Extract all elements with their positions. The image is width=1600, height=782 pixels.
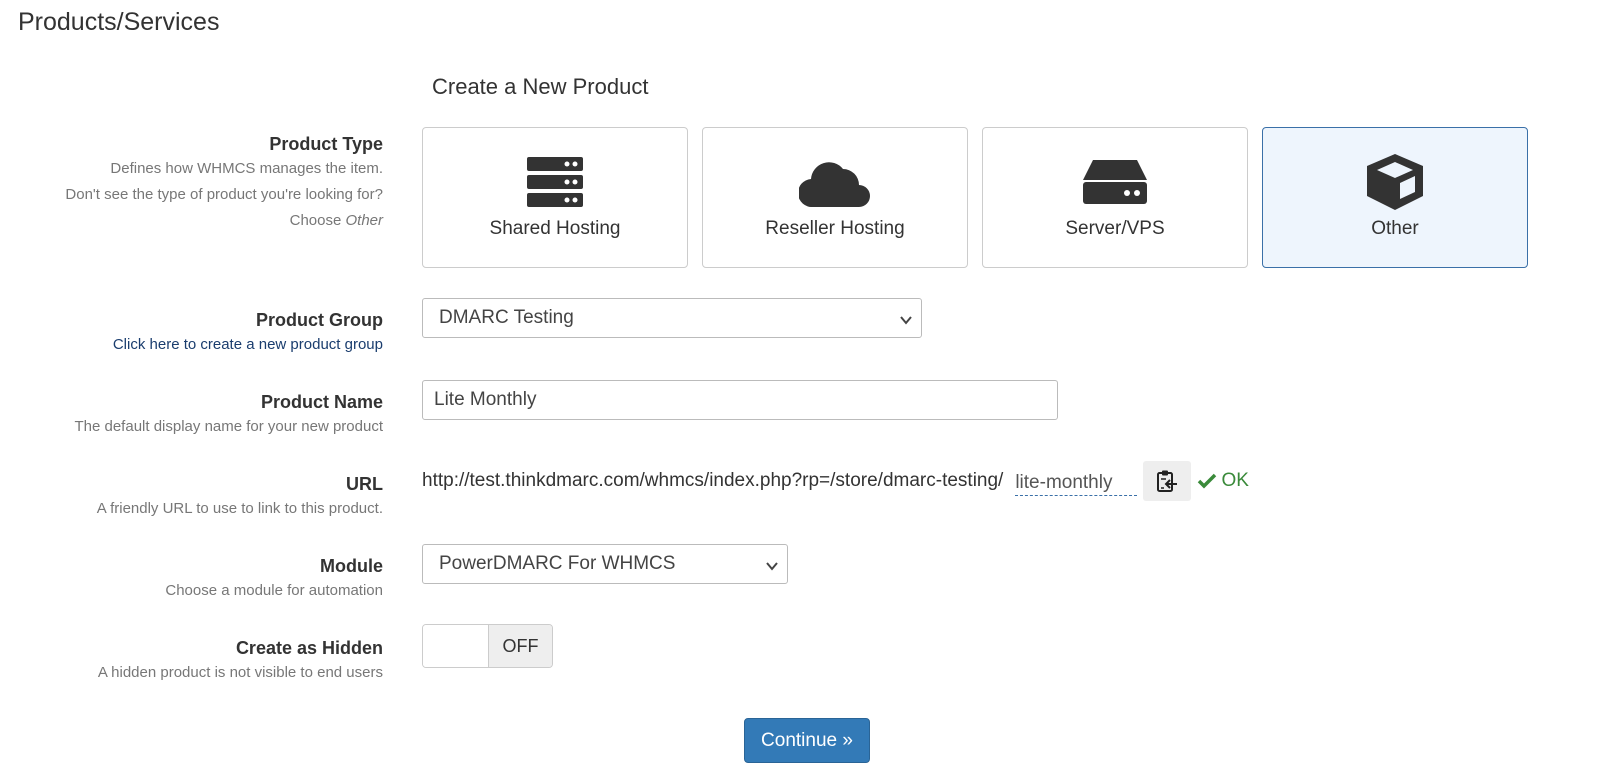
product-name-input[interactable]: Lite Monthly: [422, 380, 1058, 420]
cloud-icon: [799, 156, 871, 208]
url-status-text: OK: [1221, 470, 1249, 491]
product-type-desc-3: Choose Other: [3, 208, 383, 234]
card-label: Other: [1371, 218, 1419, 239]
create-hidden-toggle[interactable]: OFF: [422, 624, 553, 668]
hidden-label-block: Create as Hidden A hidden product is not…: [3, 636, 383, 686]
other-emphasis: Other: [345, 212, 383, 229]
chevron-down-icon: [765, 557, 779, 579]
product-type-desc-1: Defines how WHMCS manages the item.: [110, 160, 383, 177]
card-label: Server/VPS: [1065, 218, 1165, 239]
module-select[interactable]: PowerDMARC For WHMCS: [422, 544, 788, 584]
product-type-other[interactable]: Other: [1262, 127, 1528, 268]
url-status: OK: [1197, 470, 1249, 492]
hidden-desc: A hidden product is not visible to end u…: [97, 664, 383, 681]
product-group-label-block: Product Group Click here to create a new…: [3, 308, 383, 358]
card-label: Shared Hosting: [489, 218, 621, 239]
check-icon: [1198, 473, 1217, 489]
choose-text: Choose: [289, 212, 342, 229]
product-type-shared-hosting[interactable]: Shared Hosting: [422, 127, 688, 268]
toggle-knob: [423, 625, 489, 667]
url-label: URL: [346, 474, 383, 494]
module-label-block: Module Choose a module for automation: [3, 554, 383, 604]
url-slug-editable[interactable]: lite-monthly: [1015, 471, 1138, 496]
url-desc: A friendly URL to use to link to this pr…: [96, 500, 383, 517]
page-title: Products/Services: [18, 8, 220, 36]
product-name-label: Product Name: [260, 392, 383, 412]
product-type-desc-2: Don't see the type of product you're loo…: [65, 186, 383, 203]
product-type-reseller-hosting[interactable]: Reseller Hosting: [702, 127, 968, 268]
copy-url-button[interactable]: [1143, 461, 1192, 501]
chevron-down-icon: [899, 311, 913, 333]
clipboard-icon: [1157, 470, 1178, 492]
module-value: PowerDMARC For WHMCS: [439, 553, 676, 574]
url-prefix: http://test.thinkdmarc.com/whmcs/index.p…: [422, 470, 1004, 491]
toggle-state: OFF: [489, 625, 552, 667]
product-name-label-block: Product Name The default display name fo…: [3, 390, 383, 440]
hidden-label: Create as Hidden: [235, 638, 383, 658]
url-row: http://test.thinkdmarc.com/whmcs/index.p…: [422, 461, 1249, 501]
product-type-label: Product Type: [269, 134, 383, 154]
product-group-select[interactable]: DMARC Testing: [422, 298, 922, 338]
product-name-desc: The default display name for your new pr…: [74, 418, 383, 435]
url-label-block: URL A friendly URL to use to link to thi…: [3, 472, 383, 522]
module-desc: Choose a module for automation: [165, 582, 383, 599]
cube-icon: [1367, 154, 1423, 210]
module-label: Module: [320, 556, 383, 576]
continue-button[interactable]: Continue »: [744, 718, 870, 763]
product-type-label-block: Product Type Defines how WHMCS manages t…: [3, 132, 383, 234]
product-type-server-vps[interactable]: Server/VPS: [982, 127, 1248, 268]
product-name-value: Lite Monthly: [434, 389, 537, 410]
server-stack-icon: [527, 156, 583, 208]
product-group-label: Product Group: [256, 310, 383, 330]
create-product-group-link[interactable]: Click here to create a new product group: [3, 332, 383, 358]
form-title: Create a New Product: [432, 74, 649, 99]
product-group-value: DMARC Testing: [439, 307, 574, 328]
card-label: Reseller Hosting: [765, 218, 905, 239]
server-icon: [1083, 156, 1147, 208]
product-type-options: Shared Hosting Reseller Hosting Server/V…: [422, 127, 1528, 268]
